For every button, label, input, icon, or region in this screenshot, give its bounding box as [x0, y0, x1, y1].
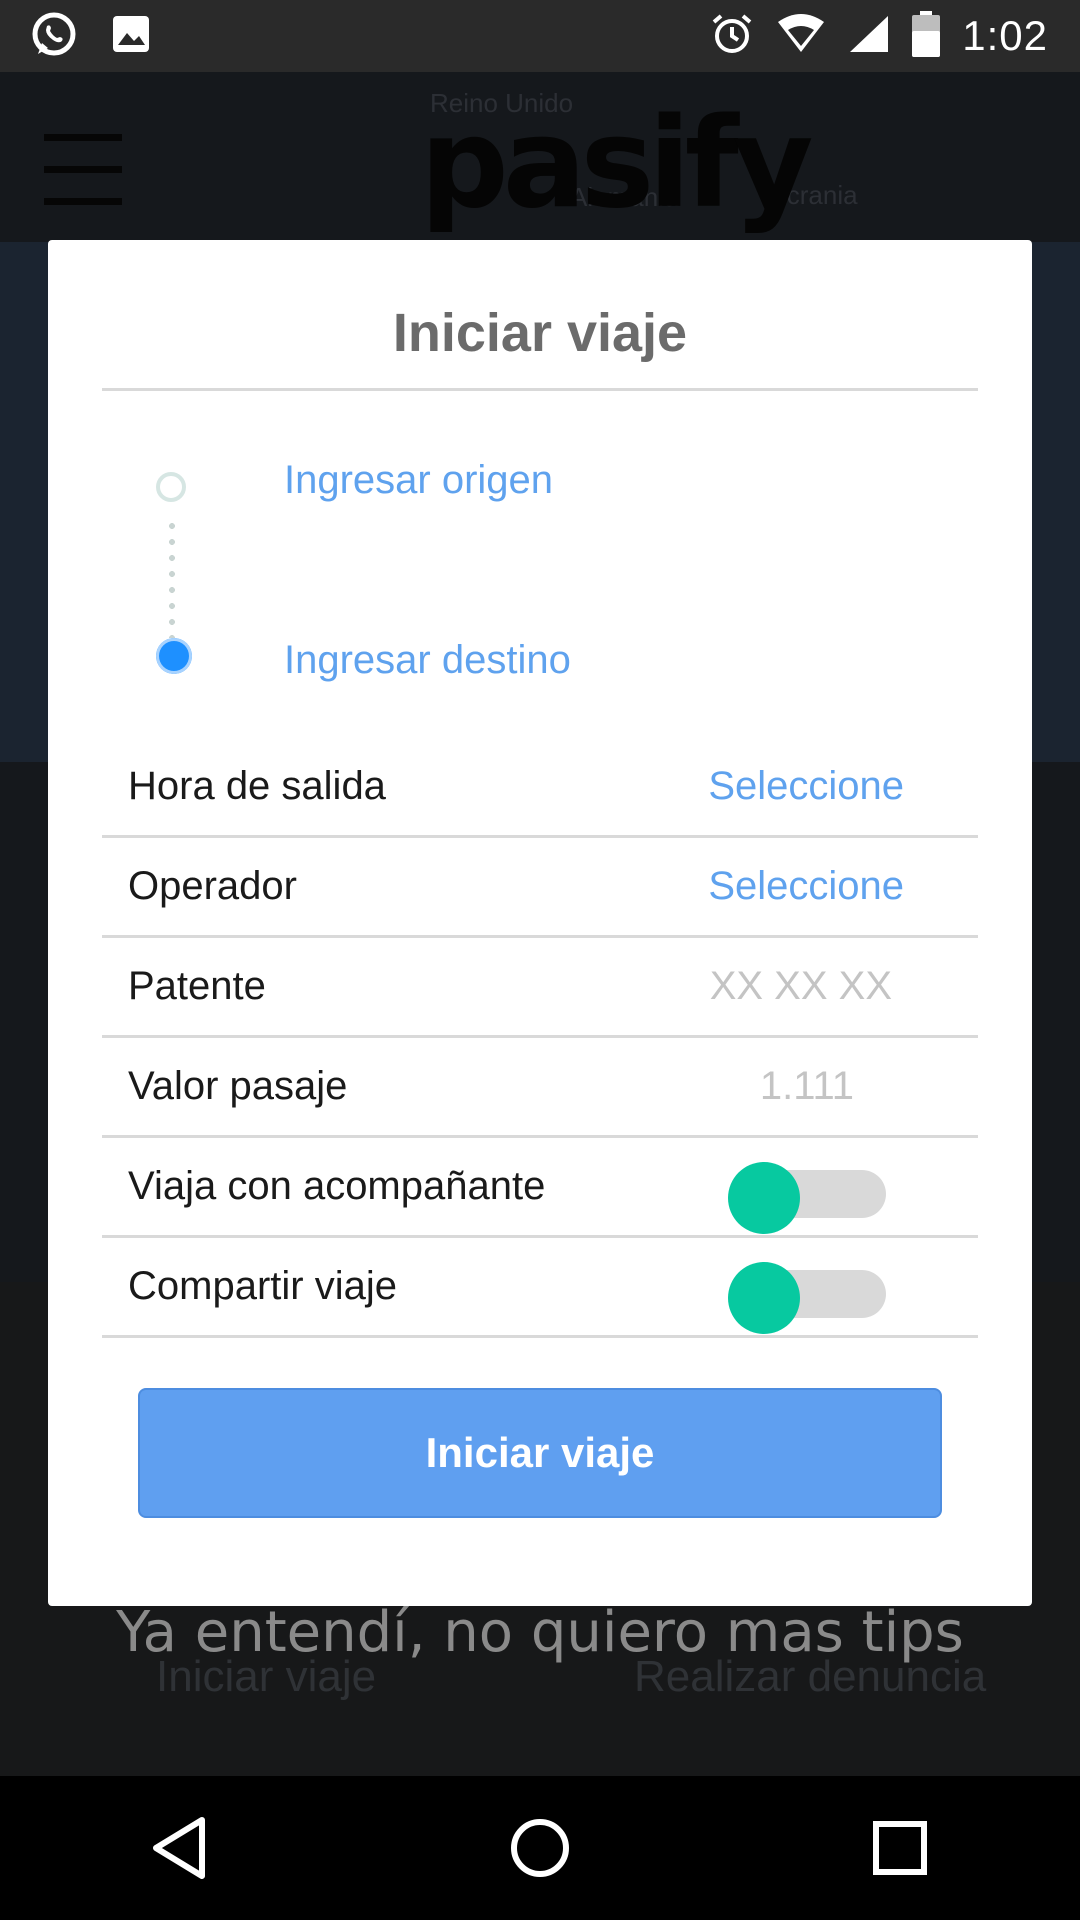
- status-clock: 1:02: [962, 12, 1048, 59]
- plate-label: Patente: [128, 964, 266, 1008]
- divider: [102, 388, 978, 391]
- app-header: pasify: [0, 72, 1080, 262]
- dismiss-tips-link[interactable]: Ya entendí, no quiero mas tips: [0, 1600, 1080, 1665]
- recents-icon[interactable]: [840, 1788, 960, 1908]
- plate-input[interactable]: XX XX XX: [710, 964, 892, 1009]
- plate-row: Patente XX XX XX: [102, 940, 978, 1038]
- share-trip-label: Compartir viaje: [128, 1264, 397, 1308]
- origin-input[interactable]: Ingresar origen: [284, 458, 553, 503]
- start-trip-dialog: Iniciar viaje Ingresar origen Ingresar d…: [48, 240, 1032, 1606]
- operator-row[interactable]: Operador Seleccione: [102, 840, 978, 938]
- back-icon[interactable]: [120, 1788, 240, 1908]
- fare-label: Valor pasaje: [128, 1064, 348, 1108]
- companion-toggle[interactable]: [728, 1162, 886, 1234]
- operator-label: Operador: [128, 864, 297, 908]
- app-logo: pasify: [420, 92, 814, 236]
- destination-input[interactable]: Ingresar destino: [284, 638, 571, 683]
- route-connector: [169, 518, 175, 638]
- origin-marker-icon: [156, 472, 186, 502]
- operator-select[interactable]: Seleccione: [708, 864, 904, 909]
- image-icon: [110, 13, 152, 60]
- start-trip-button[interactable]: Iniciar viaje: [138, 1388, 942, 1518]
- system-nav-bar: [0, 1776, 1080, 1920]
- companion-row: Viaja con acompañante: [102, 1140, 978, 1238]
- whatsapp-icon: [30, 10, 78, 63]
- departure-time-select[interactable]: Seleccione: [708, 764, 904, 809]
- departure-time-row[interactable]: Hora de salida Seleccione: [102, 740, 978, 838]
- battery-icon: [912, 10, 941, 62]
- dialog-title: Iniciar viaje: [392, 303, 688, 363]
- toggle-thumb: [728, 1162, 800, 1234]
- share-trip-toggle[interactable]: [728, 1262, 886, 1334]
- signal-icon: [848, 14, 890, 59]
- fare-row: Valor pasaje 1.111: [102, 1040, 978, 1138]
- fare-input[interactable]: 1.111: [760, 1064, 854, 1109]
- share-trip-row: Compartir viaje: [102, 1240, 978, 1338]
- departure-time-label: Hora de salida: [128, 764, 386, 808]
- home-icon[interactable]: [480, 1788, 600, 1908]
- destination-marker-icon: [156, 638, 192, 674]
- alarm-icon: [710, 12, 754, 61]
- companion-label: Viaja con acompañante: [128, 1164, 546, 1208]
- menu-icon[interactable]: [44, 134, 122, 205]
- status-bar: 1:02: [0, 0, 1080, 72]
- wifi-icon: [776, 13, 826, 59]
- toggle-thumb: [728, 1262, 800, 1334]
